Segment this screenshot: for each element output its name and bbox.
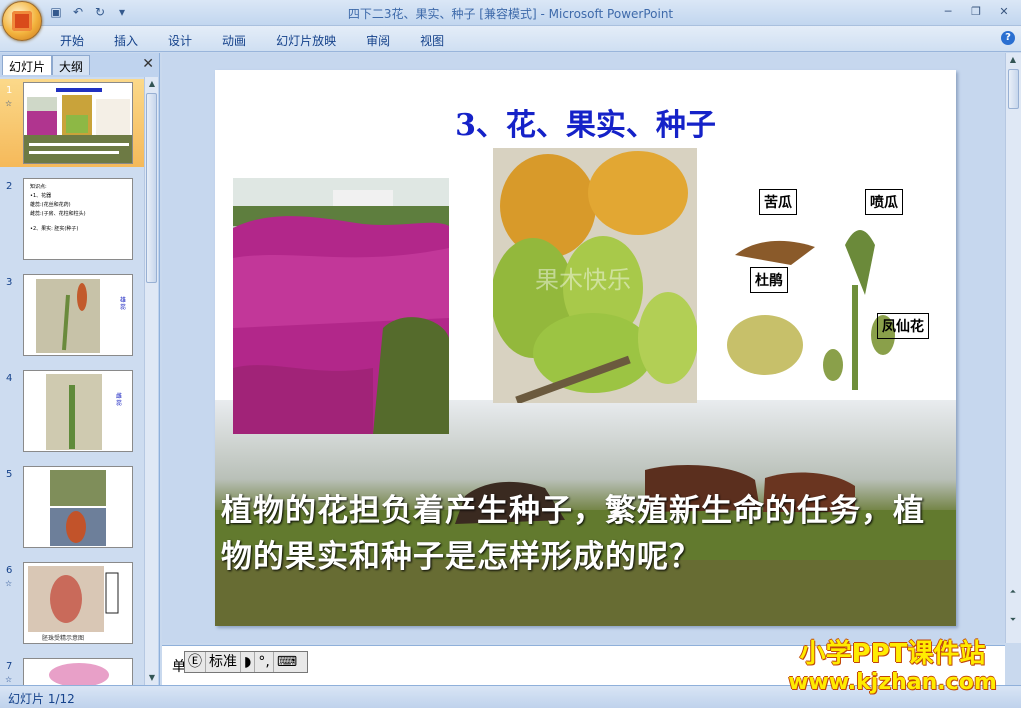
soft-keyboard-icon[interactable]: ⌨ bbox=[274, 652, 300, 672]
thumbnail-row[interactable]: 4 雌蕊 bbox=[0, 367, 144, 455]
thumbnail-number: 1 bbox=[6, 85, 13, 96]
thumbnail-2-line: 雌蕊:(子房、花柱和柱头) bbox=[30, 211, 86, 217]
restore-icon[interactable]: ❐ bbox=[963, 2, 989, 20]
thumbnail-2-line: •2、果实: 胚实(种子) bbox=[30, 226, 79, 232]
image-watermark: 果木快乐 bbox=[535, 266, 631, 294]
thumbnail-slide-4[interactable]: 雌蕊 bbox=[23, 370, 133, 452]
slide-scrollbar[interactable]: ▲ ⏶ ⏷ bbox=[1005, 53, 1021, 643]
site-watermark-title: 小学PPT课件站 bbox=[799, 639, 986, 669]
seed-drawings bbox=[727, 230, 895, 390]
thumbnail-number: 7 bbox=[6, 661, 13, 672]
label-impatiens: 凤仙花 bbox=[877, 313, 929, 339]
seed-dispersal-illustration[interactable]: 苦瓜 喷瓜 杜鹃 凤仙花 bbox=[705, 185, 953, 400]
ribbon-tab[interactable]: 视图 bbox=[420, 32, 444, 49]
ribbon: 开始 插入 设计 动画 幻灯片放映 审阅 视图 ? bbox=[0, 26, 1021, 52]
thumbnail-row[interactable]: 5 bbox=[0, 463, 144, 551]
half-width-icon[interactable]: ◗ bbox=[241, 652, 256, 672]
ime-logo-icon[interactable]: Ⓔ bbox=[185, 652, 206, 672]
thumbnail-slide-1[interactable] bbox=[23, 82, 133, 164]
thumbnail-slide-6[interactable]: 胚珠受精示意图 bbox=[23, 562, 133, 644]
slide-title[interactable]: 3、花、果实、种子 bbox=[215, 100, 956, 144]
title-bar: ▣ ↶ ↻ ▾ 四下二3花、果实、种子 [兼容模式] - Microsoft P… bbox=[0, 0, 1021, 26]
thumbnail-row[interactable]: 6 ☆ 胚珠受精示意图 bbox=[0, 559, 144, 647]
thumbnail-number: 5 bbox=[6, 469, 13, 480]
thumbnail-6-caption: 胚珠受精示意图 bbox=[42, 635, 85, 642]
thumbnail-2-line: 知识点: bbox=[30, 184, 47, 190]
ribbon-tab[interactable]: 审阅 bbox=[366, 32, 390, 49]
thumbnail-3-image bbox=[24, 275, 132, 355]
thumbnail-slide-2[interactable]: 知识点: •1、花器 雄蕊:(花丝和花药) 雌蕊:(子房、花柱和柱头) •2、果… bbox=[23, 178, 133, 260]
thumbnail-row[interactable]: 1 ☆ bbox=[0, 79, 144, 167]
help-icon[interactable]: ? bbox=[1001, 31, 1015, 45]
bougainvillea-photo[interactable] bbox=[233, 178, 449, 434]
scrollbar-thumb[interactable] bbox=[146, 93, 157, 283]
ribbon-tab[interactable]: 设计 bbox=[168, 32, 192, 49]
scroll-down-icon[interactable]: ▼ bbox=[145, 671, 159, 685]
label-bitter-gourd: 苦瓜 bbox=[759, 189, 797, 215]
slide-body-text[interactable]: 植物的花担负着产生种子，繁殖新生命的任务，植物的果实和种子是怎样形成的呢？ bbox=[221, 488, 951, 580]
tab-outline[interactable]: 大纲 bbox=[52, 55, 91, 75]
thumbnail-5-image bbox=[24, 467, 132, 547]
pane-tabs: 幻灯片 大纲 ✕ bbox=[0, 55, 160, 75]
ime-toolbar[interactable]: Ⓔ 标准 ◗ °, ⌨ bbox=[184, 651, 308, 673]
thumbnail-number: 4 bbox=[6, 373, 13, 384]
site-watermark-url: www.kjzhan.com bbox=[788, 670, 997, 695]
animation-star-icon: ☆ bbox=[5, 99, 13, 108]
thumbnail-number: 3 bbox=[6, 277, 13, 288]
thumbnail-slide-3[interactable]: 雄蕊 bbox=[23, 274, 133, 356]
animation-star-icon: ☆ bbox=[5, 579, 13, 588]
thumbnail-2-line: 雄蕊:(花丝和花药) bbox=[30, 202, 71, 208]
thumbnail-list: 1 ☆ 2 知识点: •1、花器 雄蕊:(花丝和花药) 雌蕊:(子房、花柱和柱头… bbox=[0, 77, 144, 685]
window-controls: ─ ❐ ✕ bbox=[935, 2, 1017, 20]
thumbnail-row[interactable]: 2 知识点: •1、花器 雄蕊:(花丝和花药) 雌蕊:(子房、花柱和柱头) •2… bbox=[0, 175, 144, 263]
label-azalea: 杜鹃 bbox=[750, 267, 788, 293]
thumbnail-1-image bbox=[24, 83, 132, 163]
scroll-up-icon[interactable]: ▲ bbox=[145, 77, 159, 91]
thumbnail-scrollbar[interactable]: ▲ ▼ bbox=[144, 77, 158, 685]
thumbnail-4-image bbox=[24, 371, 132, 451]
slide-canvas[interactable]: 3、花、果实、种子 果木快乐 苦瓜 喷瓜 杜鹃 凤仙花 植物的花担负着产生种子，… bbox=[215, 70, 956, 626]
office-logo-icon bbox=[12, 11, 32, 31]
thumbnail-3-label: 雄蕊 bbox=[120, 297, 127, 311]
office-button[interactable] bbox=[2, 1, 42, 41]
animation-star-icon: ☆ bbox=[5, 675, 13, 684]
ribbon-tab[interactable]: 插入 bbox=[114, 32, 138, 49]
slide-editor: 3、花、果实、种子 果木快乐 苦瓜 喷瓜 杜鹃 凤仙花 植物的花担负着产生种子，… bbox=[162, 53, 1005, 643]
slide-counter: 幻灯片 1/12 bbox=[8, 692, 75, 706]
scrollbar-thumb[interactable] bbox=[1008, 69, 1019, 109]
label-squirting-cucumber: 喷瓜 bbox=[865, 189, 903, 215]
thumbnail-4-label: 雌蕊 bbox=[116, 393, 123, 407]
thumbnail-7-image bbox=[24, 659, 132, 685]
ribbon-tab[interactable]: 动画 bbox=[222, 32, 246, 49]
site-watermark: 小学PPT课件站 www.kjzhan.com bbox=[770, 638, 1015, 696]
thumbnail-number: 2 bbox=[6, 181, 13, 192]
close-icon[interactable]: ✕ bbox=[991, 2, 1017, 20]
ribbon-tabs: 开始 插入 设计 动画 幻灯片放映 审阅 视图 bbox=[60, 32, 444, 49]
minimize-icon[interactable]: ─ bbox=[935, 2, 961, 20]
window-title: 四下二3花、果实、种子 [兼容模式] - Microsoft PowerPoin… bbox=[347, 7, 674, 21]
ime-mode[interactable]: 标准 bbox=[206, 652, 241, 672]
thumbnail-slide-7[interactable] bbox=[23, 658, 133, 685]
thumbnail-row[interactable]: 7 ☆ bbox=[0, 655, 144, 685]
next-slide-icon[interactable]: ⏷ bbox=[1006, 613, 1020, 627]
slides-pane: 幻灯片 大纲 ✕ 1 ☆ 2 知识点: •1、花器 雄蕊:(花丝和花药) 雌蕊:… bbox=[0, 53, 160, 685]
previous-slide-icon[interactable]: ⏶ bbox=[1006, 585, 1020, 599]
ribbon-tab[interactable]: 开始 bbox=[60, 32, 84, 49]
thumbnail-2-line: •1、花器 bbox=[30, 193, 52, 199]
thumbnail-6-image bbox=[24, 563, 132, 643]
close-pane-icon[interactable]: ✕ bbox=[142, 56, 154, 72]
punctuation-icon[interactable]: °, bbox=[255, 652, 274, 672]
thumbnail-slide-5[interactable] bbox=[23, 466, 133, 548]
tab-slides[interactable]: 幻灯片 bbox=[2, 55, 53, 75]
thumbnail-row[interactable]: 3 雄蕊 bbox=[0, 271, 144, 359]
ribbon-tab[interactable]: 幻灯片放映 bbox=[276, 32, 336, 49]
thumbnail-number: 6 bbox=[6, 565, 13, 576]
scroll-up-icon[interactable]: ▲ bbox=[1006, 53, 1020, 67]
